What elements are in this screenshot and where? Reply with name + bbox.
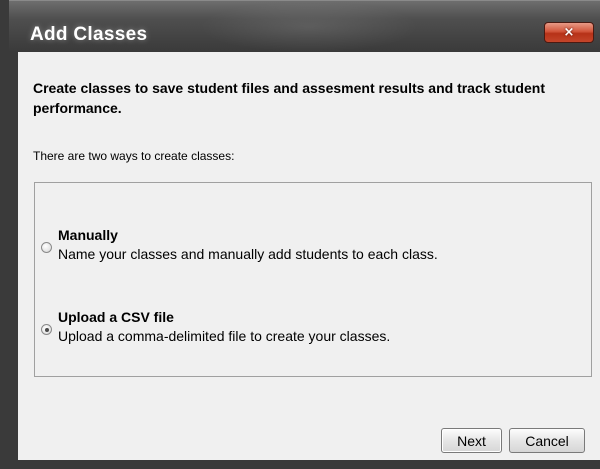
title-bar-glow [199, 1, 419, 53]
option-description: Name your classes and manually add stude… [58, 246, 438, 262]
add-classes-dialog: Add Classes × Create classes to save stu… [0, 0, 600, 469]
manually-radio[interactable] [41, 242, 52, 253]
option-title: Manually [58, 227, 118, 243]
option-upload-csv[interactable]: Upload a CSV file Upload a comma-delimit… [35, 309, 591, 349]
instructions-text: There are two ways to create classes: [33, 149, 235, 163]
dialog-content: Create classes to save student files and… [18, 52, 600, 460]
dialog-heading: Create classes to save student files and… [33, 80, 545, 116]
options-group: Manually Name your classes and manually … [34, 182, 592, 377]
option-title: Upload a CSV file [58, 309, 174, 325]
close-icon: × [563, 25, 575, 40]
cancel-button[interactable]: Cancel [509, 428, 585, 453]
dialog-title: Add Classes [30, 24, 148, 45]
next-button[interactable]: Next [441, 428, 502, 453]
option-description: Upload a comma-delimited file to create … [58, 328, 391, 344]
option-manually[interactable]: Manually Name your classes and manually … [35, 227, 591, 267]
upload-csv-radio[interactable] [41, 324, 52, 335]
title-bar[interactable]: Add Classes × [9, 0, 600, 53]
close-button[interactable]: × [544, 22, 594, 43]
